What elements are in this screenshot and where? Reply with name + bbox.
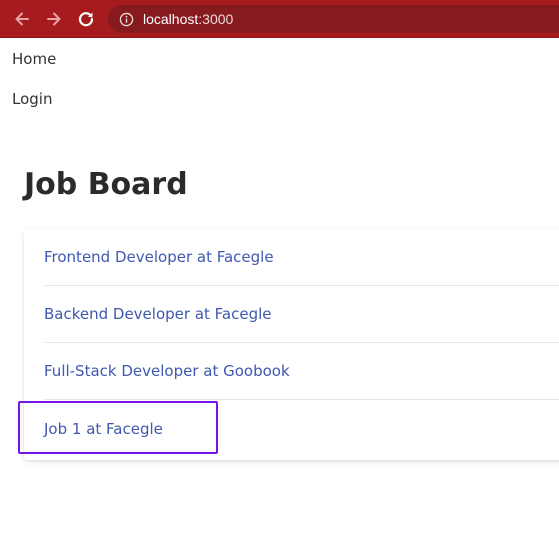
- browser-toolbar: localhost:3000: [0, 0, 559, 38]
- url-port: :3000: [198, 11, 234, 27]
- info-icon[interactable]: [118, 11, 134, 27]
- back-arrow-icon: [13, 10, 31, 28]
- job-list-item[interactable]: Frontend Developer at Facegle: [44, 229, 559, 286]
- page-title: Job Board: [24, 167, 188, 202]
- reload-button[interactable]: [71, 4, 101, 34]
- job-list-item[interactable]: Full-Stack Developer at Goobook: [44, 343, 559, 400]
- job-list-item[interactable]: Backend Developer at Facegle: [44, 286, 559, 343]
- url-text: localhost:3000: [143, 11, 233, 27]
- forward-arrow-icon: [45, 10, 63, 28]
- nav-login-link[interactable]: Login: [12, 90, 52, 108]
- job-list: Frontend Developer at Facegle Backend De…: [24, 229, 559, 460]
- url-host: localhost: [143, 11, 199, 27]
- job-list-item[interactable]: Job 1 at Facegle: [44, 400, 559, 457]
- forward-button[interactable]: [39, 4, 69, 34]
- address-bar[interactable]: localhost:3000: [108, 5, 559, 33]
- nav-home-link[interactable]: Home: [12, 50, 56, 68]
- back-button[interactable]: [7, 4, 37, 34]
- reload-icon: [77, 10, 95, 28]
